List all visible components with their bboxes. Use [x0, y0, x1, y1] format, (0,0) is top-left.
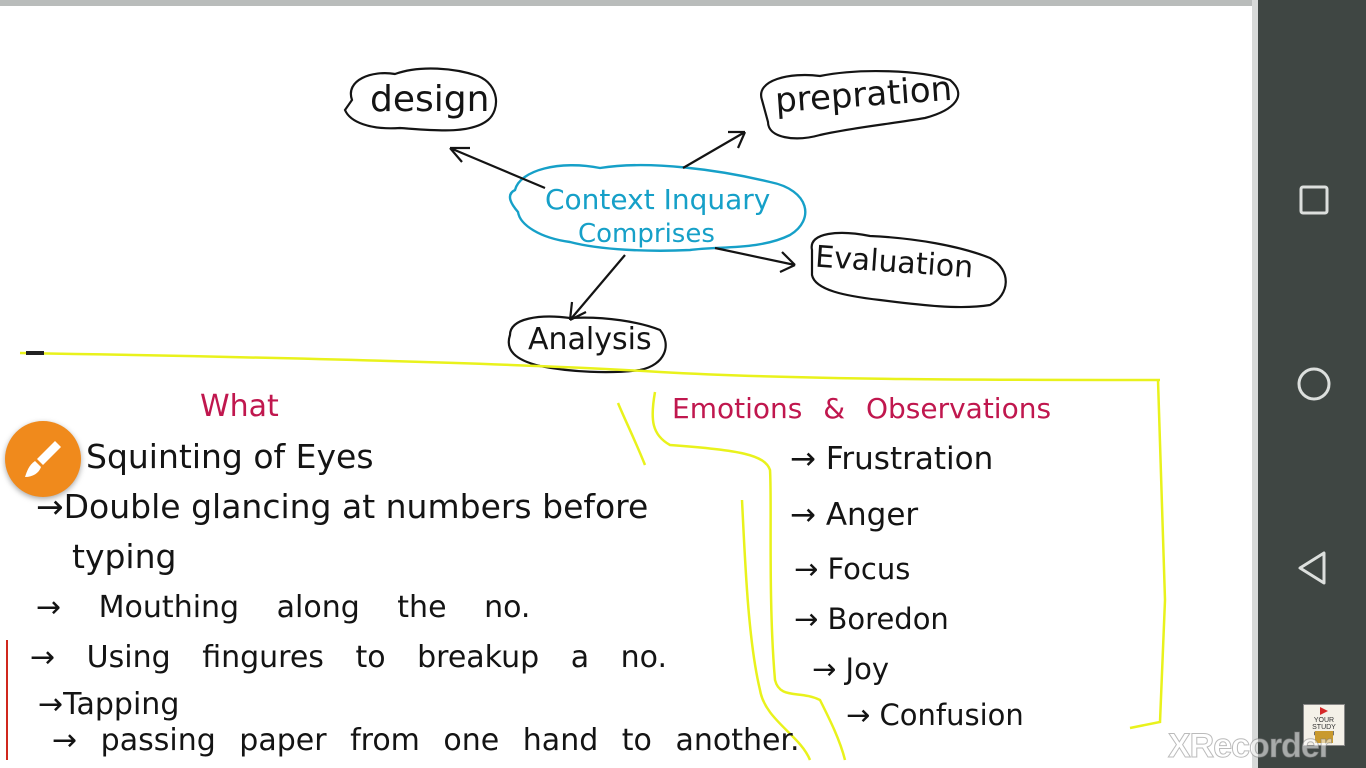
node-analysis: Analysis: [528, 322, 652, 357]
highlight-left-wall-2: [616, 402, 647, 466]
emotion-item: → Anger: [790, 497, 919, 533]
center-topic-line2: Comprises: [578, 219, 715, 249]
arrow-to-analysis: [568, 254, 626, 321]
what-heading: What: [200, 389, 279, 424]
logo-line1: YOUR: [1313, 717, 1335, 724]
square-recents-icon: [1299, 185, 1329, 215]
what-item: → Using fingures to breakup a no.: [30, 640, 668, 675]
what-item: Squinting of Eyes: [86, 437, 374, 476]
arrow-to-prepration: [682, 130, 747, 169]
paintbrush-icon: [25, 441, 61, 477]
emotion-item: → Boredon: [794, 602, 949, 636]
center-topic-line1: Context Inquary: [545, 183, 771, 216]
recents-button[interactable]: [1284, 170, 1344, 230]
what-item: →Double glancing at numbers before: [36, 487, 649, 526]
triangle-back-icon: [1298, 551, 1326, 585]
circle-home-icon: [1297, 367, 1331, 401]
node-design: design: [370, 79, 490, 120]
what-item: → passing paper from one hand to another…: [52, 723, 800, 758]
what-item: →Tapping: [38, 687, 180, 722]
arrow-to-design: [449, 146, 546, 190]
play-icon: [1320, 707, 1328, 715]
emotion-item: → Frustration: [790, 441, 994, 477]
what-item: → Mouthing along the no.: [36, 590, 531, 625]
emotion-item: → Confusion: [846, 698, 1024, 732]
home-button[interactable]: [1284, 354, 1344, 414]
highlight-top-rule: [19, 351, 1161, 382]
brush-tool-button[interactable]: [5, 421, 81, 497]
highlight-right-bracket: [1129, 379, 1167, 730]
arrow-to-evaluation: [714, 246, 796, 273]
emotion-item: → Joy: [812, 652, 889, 686]
back-button[interactable]: [1284, 538, 1344, 598]
emotions-heading: Emotions & Observations: [672, 392, 1052, 425]
emotion-item: → Focus: [794, 552, 911, 586]
what-item: typing: [72, 537, 177, 576]
android-navigation-bar: [1262, 0, 1366, 768]
recorder-watermark: XRecorder: [1168, 727, 1333, 766]
whiteboard-canvas: design prepration Context Inquary Compri…: [0, 0, 1258, 768]
